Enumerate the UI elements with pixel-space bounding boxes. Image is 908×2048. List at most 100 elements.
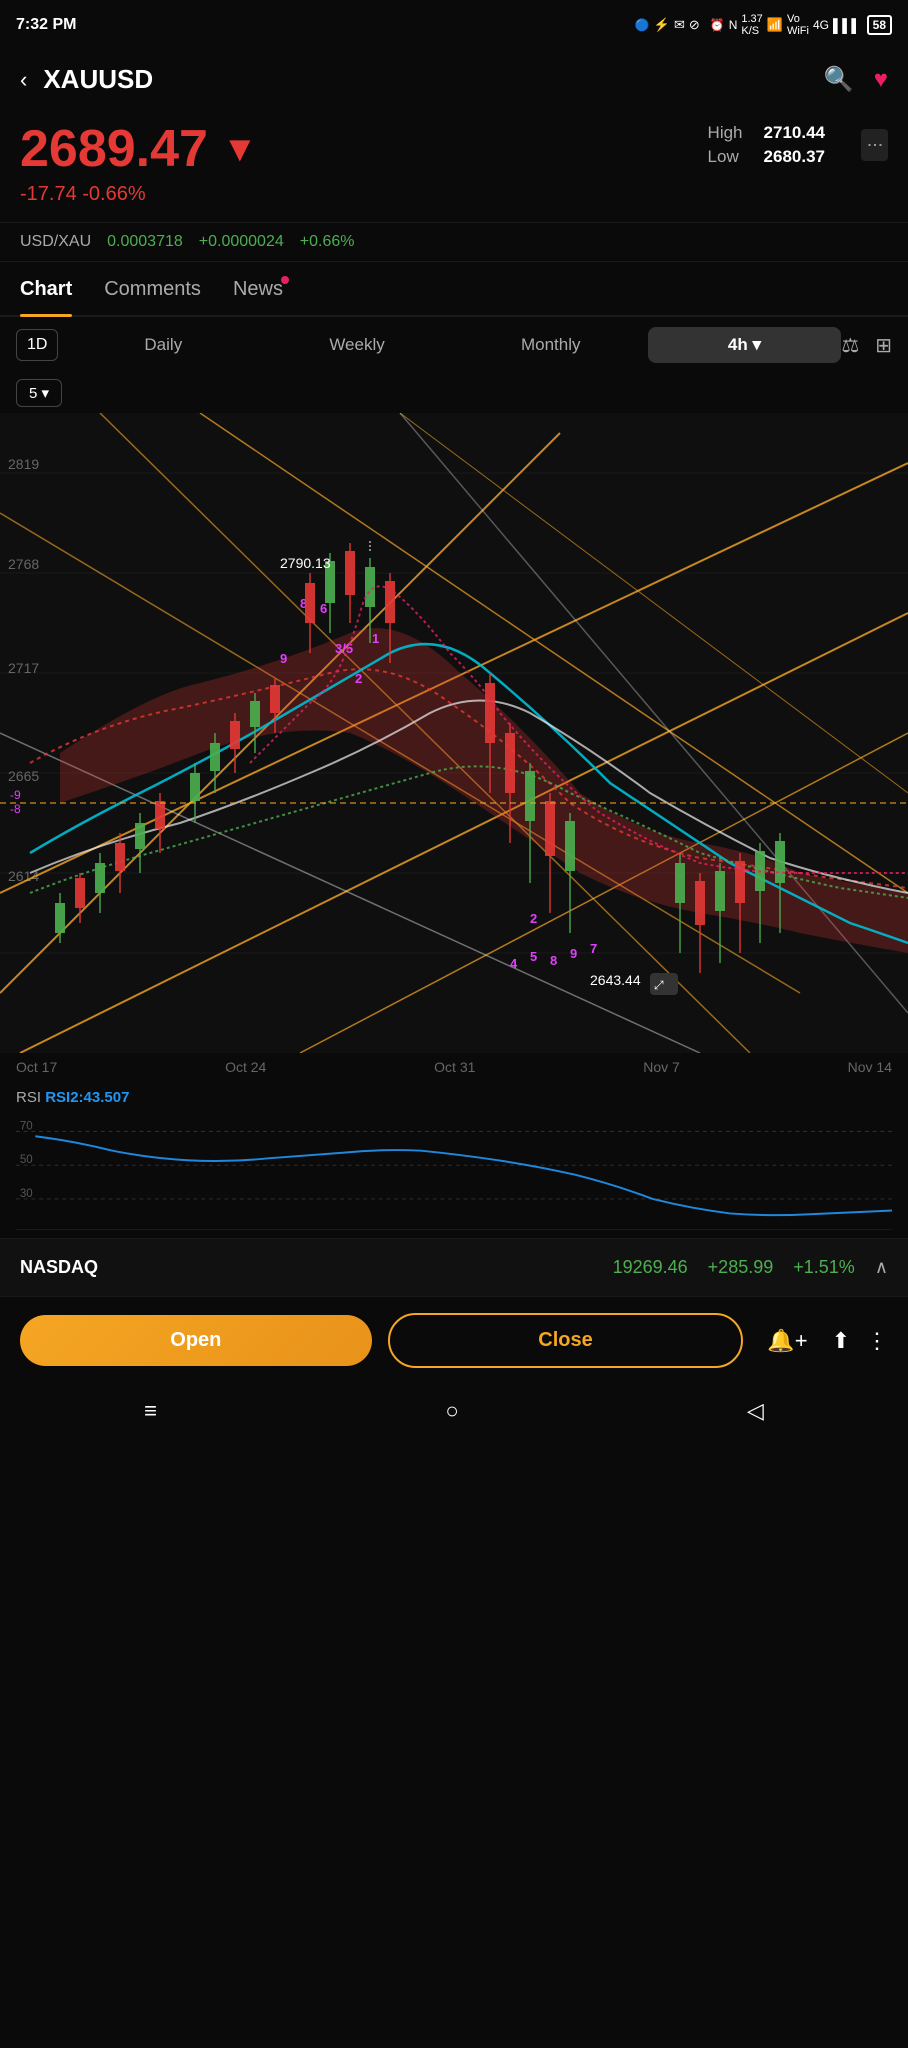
usd-xau-label: USD/XAU (20, 233, 91, 251)
share-icon[interactable]: ⬆ (832, 1328, 850, 1354)
x-label-2: Oct 31 (434, 1059, 475, 1075)
high-row: High 2710.44 (708, 123, 825, 143)
chart-controls: 5 ▾ (0, 373, 908, 413)
high-low-block: High 2710.44 Low 2680.37 (708, 123, 825, 167)
back-button[interactable]: ‹ (20, 67, 27, 93)
flash-icon: ⚡ (654, 17, 670, 33)
svg-text:2: 2 (530, 911, 537, 926)
svg-text:8: 8 (550, 953, 557, 968)
svg-text:30: 30 (20, 1188, 33, 1200)
usd-xau-value: 0.0003718 (107, 233, 183, 251)
header: ‹ XAUUSD 🔍 ♥ (0, 50, 908, 109)
news-dot (281, 276, 289, 284)
symbol-title: XAUUSD (43, 64, 153, 95)
tab-news[interactable]: News (233, 278, 283, 315)
menu-button[interactable]: ≡ (144, 1398, 157, 1424)
svg-text:2819: 2819 (8, 456, 39, 472)
nasdaq-expand-icon[interactable]: ∧ (875, 1257, 888, 1278)
rsi-chart: 70 50 30 (16, 1110, 892, 1230)
more-options-icon[interactable]: ⋮ (866, 1328, 888, 1354)
rsi-value: RSI2:43.507 (45, 1089, 129, 1106)
layout-icon[interactable]: ⊞ (875, 333, 892, 358)
battery-indicator: 58 (867, 15, 892, 35)
svg-text:2: 2 (355, 671, 362, 686)
alarm-icon: ⏰ (710, 18, 725, 32)
x-label-4: Nov 14 (848, 1059, 892, 1075)
bluetooth-icon: 🔵 (635, 18, 650, 32)
back-nav-button[interactable]: ◁ (747, 1398, 764, 1424)
header-left: ‹ XAUUSD (20, 64, 153, 95)
zoom-button[interactable]: 5 ▾ (16, 379, 62, 407)
svg-text:9: 9 (280, 651, 287, 666)
price-section: 2689.47 ▼ -17.74 -0.66% High 2710.44 Low… (0, 109, 908, 223)
search-icon[interactable]: 🔍 (824, 65, 854, 94)
price-direction-icon: ▼ (222, 128, 258, 170)
svg-text:-8: -8 (10, 802, 21, 816)
svg-text:70: 70 (20, 1120, 33, 1132)
system-nav: ≡ ○ ◁ (0, 1384, 908, 1444)
x-label-1: Oct 24 (225, 1059, 266, 1075)
price-chart[interactable]: 2819 2768 2717 2665 2 6 1 4 (0, 413, 908, 1053)
svg-text:-9: -9 (10, 788, 21, 802)
action-bar: Open Close 🔔+ ⬆ ⋮ (0, 1296, 908, 1384)
scroll-indicator[interactable]: ⋮ (861, 129, 888, 161)
nasdaq-price: 19269.46 (613, 1257, 688, 1278)
rsi-label: RSI RSI2:43.507 (16, 1089, 892, 1106)
svg-text:1: 1 (372, 631, 379, 646)
vo-label: VoWiFi (787, 13, 809, 37)
svg-text:2790.13: 2790.13 (280, 555, 331, 571)
svg-text:7: 7 (590, 941, 597, 956)
usd-xau-row: USD/XAU 0.0003718 +0.0000024 +0.66% (0, 223, 908, 262)
open-button[interactable]: Open (20, 1315, 372, 1366)
signal-icon: ▌▌▌ (833, 18, 861, 33)
svg-text:6: 6 (320, 601, 327, 616)
nasdaq-pct: +1.51% (793, 1257, 855, 1278)
svg-text:4: 4 (510, 956, 518, 971)
timeframe-bar: 1D Daily Weekly Monthly 4h ▾ ⚖ ⊞ (0, 317, 908, 373)
nasdaq-label: NASDAQ (20, 1257, 98, 1278)
price-left: 2689.47 ▼ -17.74 -0.66% (20, 119, 258, 206)
price-value: 2689.47 (20, 119, 208, 179)
x-label-3: Nov 7 (643, 1059, 680, 1075)
svg-text:9: 9 (570, 946, 577, 961)
nasdaq-change: +285.99 (708, 1257, 774, 1278)
tf-weekly-button[interactable]: Weekly (260, 327, 454, 363)
rsi-section: RSI RSI2:43.507 70 50 30 (0, 1081, 908, 1230)
svg-text:5: 5 (530, 949, 537, 964)
tf-monthly-button[interactable]: Monthly (454, 327, 648, 363)
candle-type-icon[interactable]: ⚖ (841, 333, 859, 358)
header-right: 🔍 ♥ (824, 65, 888, 94)
price-change: -17.74 -0.66% (20, 183, 258, 206)
status-icons: 🔵 ⚡ ✉ ⊘ ⏰ N 1.37K/S 📶 VoWiFi 4G ▌▌▌ 58 (635, 13, 892, 37)
low-value: 2680.37 (764, 147, 825, 167)
speed-label: 1.37K/S (741, 13, 762, 37)
tf-daily-button[interactable]: Daily (66, 327, 260, 363)
status-time: 7:32 PM (16, 16, 76, 34)
low-label: Low (708, 147, 752, 167)
usd-xau-pct: +0.66% (300, 233, 355, 251)
high-label: High (708, 123, 752, 143)
block-icon: ⊘ (689, 17, 700, 33)
tab-comments[interactable]: Comments (104, 278, 201, 315)
close-button[interactable]: Close (388, 1313, 744, 1368)
x-axis: Oct 17 Oct 24 Oct 31 Nov 7 Nov 14 (0, 1053, 908, 1081)
svg-text:2665: 2665 (8, 768, 39, 784)
chart-type-icons: ⚖ ⊞ (841, 333, 892, 358)
usd-xau-change: +0.0000024 (199, 233, 284, 251)
x-label-0: Oct 17 (16, 1059, 57, 1075)
wifi-icon: 📶 (767, 17, 783, 33)
svg-text:2768: 2768 (8, 556, 39, 572)
tab-chart[interactable]: Chart (20, 278, 72, 315)
high-value: 2710.44 (764, 123, 825, 143)
mail-icon: ✉ (674, 17, 685, 33)
tf-1d-button[interactable]: 1D (16, 329, 58, 361)
svg-text:50: 50 (20, 1154, 33, 1166)
favorite-icon[interactable]: ♥ (874, 66, 888, 94)
chart-area: 2819 2768 2717 2665 2 6 1 4 (0, 413, 908, 1053)
home-button[interactable]: ○ (445, 1398, 458, 1424)
svg-text:2717: 2717 (8, 660, 39, 676)
tf-4h-button[interactable]: 4h ▾ (648, 327, 842, 363)
nasdaq-bar[interactable]: NASDAQ 19269.46 +285.99 +1.51% ∧ (0, 1238, 908, 1296)
alert-add-icon[interactable]: 🔔+ (767, 1328, 807, 1354)
n-icon: N (729, 18, 738, 32)
